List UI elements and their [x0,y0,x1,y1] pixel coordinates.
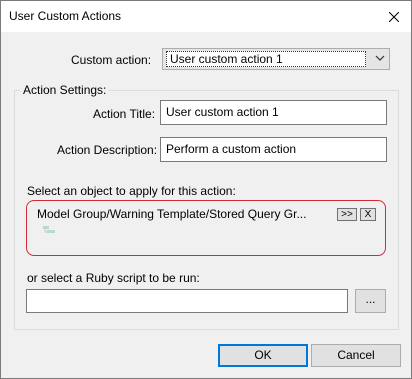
browse-button[interactable]: ... [355,289,386,313]
custom-action-value: User custom action 1 [166,51,366,67]
clear-object-button[interactable]: X [360,208,376,221]
ruby-script-field[interactable] [26,289,348,313]
action-description-field[interactable]: Perform a custom action [160,137,387,162]
user-custom-actions-dialog: User Custom Actions Custom action: User … [0,0,412,379]
action-settings-label: Action Settings: [20,83,110,97]
close-button[interactable] [377,1,411,32]
object-selection-box[interactable]: Model Group/Warning Template/Stored Quer… [26,200,386,256]
custom-action-label: Custom action: [71,53,152,67]
cancel-button[interactable]: Cancel [311,344,401,367]
chevron-down-icon [375,55,385,61]
object-path: Model Group/Warning Template/Stored Quer… [37,207,307,221]
ok-button[interactable]: OK [218,344,308,367]
action-description-label: Action Description: [57,143,158,157]
action-title-field[interactable]: User custom action 1 [160,100,387,125]
custom-action-select[interactable]: User custom action 1 [162,48,390,70]
action-title-label: Action Title: [93,107,156,121]
title-bar: User Custom Actions [1,1,411,32]
window-title: User Custom Actions [9,9,122,23]
ruby-script-label: or select a Ruby script to be run: [27,271,200,285]
expand-button[interactable]: >> [337,208,357,221]
close-icon [389,11,399,22]
tree-node-icon [43,226,55,233]
object-select-label: Select an object to apply for this actio… [27,184,236,198]
